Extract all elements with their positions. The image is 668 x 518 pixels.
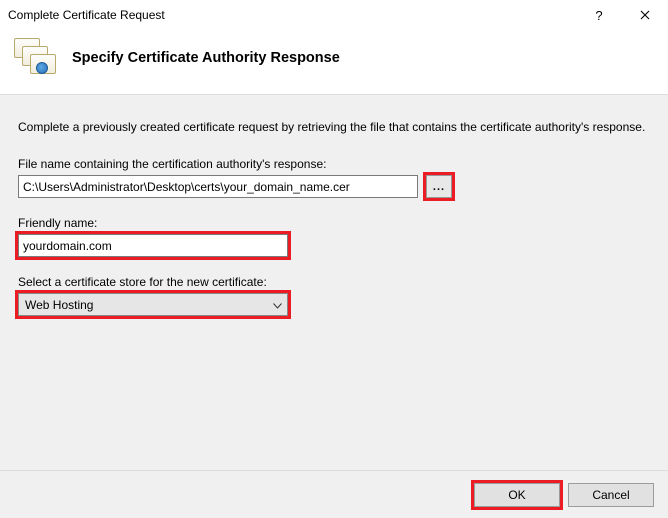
browse-button[interactable]: ... (426, 175, 452, 198)
help-icon: ? (595, 8, 602, 23)
dialog-footer: OK Cancel (0, 470, 668, 518)
certificate-icon (14, 38, 58, 78)
intro-text: Complete a previously created certificat… (18, 119, 650, 135)
file-path-input[interactable] (18, 175, 418, 198)
certificate-store-select[interactable]: Web Hosting (18, 293, 288, 316)
help-button[interactable]: ? (576, 0, 622, 30)
ellipsis-icon: ... (433, 181, 445, 193)
certificate-store-value: Web Hosting (25, 298, 93, 312)
cancel-button-label: Cancel (592, 488, 629, 502)
close-button[interactable] (622, 0, 668, 30)
ok-button-label: OK (508, 488, 525, 502)
dialog-heading: Specify Certificate Authority Response (72, 50, 340, 66)
friendly-name-input[interactable] (18, 234, 288, 257)
file-label: File name containing the certification a… (18, 157, 650, 171)
close-icon (640, 8, 650, 23)
cancel-button[interactable]: Cancel (568, 483, 654, 507)
window-title: Complete Certificate Request (8, 8, 576, 22)
dialog-content: Complete a previously created certificat… (0, 95, 668, 470)
friendly-name-label: Friendly name: (18, 216, 650, 230)
dialog-header: Specify Certificate Authority Response (0, 30, 668, 94)
ok-button[interactable]: OK (474, 483, 560, 507)
title-bar: Complete Certificate Request ? (0, 0, 668, 30)
store-label: Select a certificate store for the new c… (18, 275, 650, 289)
